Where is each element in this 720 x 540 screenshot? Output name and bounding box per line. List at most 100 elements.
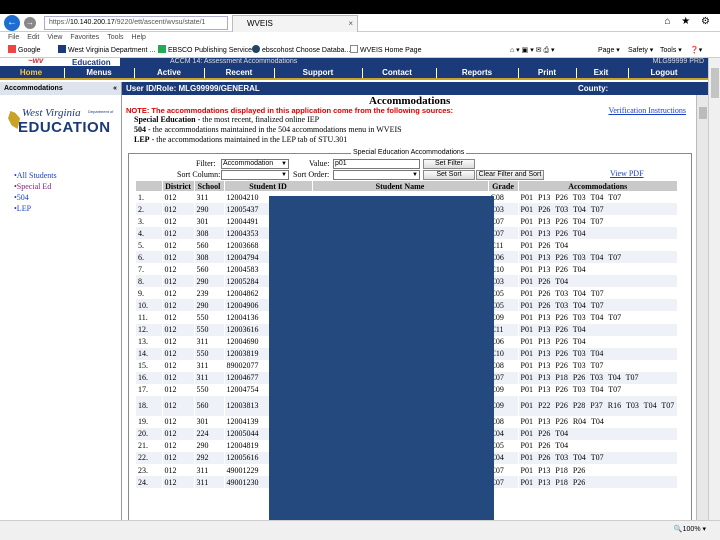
row-index: 24. [136,476,163,489]
row-accommodations: P01 P13 P26 T04 [518,335,678,348]
clear-filter-button[interactable]: Clear Filter and Sort [476,170,544,180]
menu-edit[interactable]: Edit [27,34,39,41]
favorite-google[interactable]: Google [8,43,41,58]
row-school: 311 [194,463,225,477]
menu-favorites[interactable]: Favorites [70,34,99,41]
page-screen-name: ACCM 14: Assessment Accommodations [170,58,298,65]
value-label: Value: [309,159,330,168]
row-index: 23. [136,463,163,477]
row-district: 012 [162,463,195,477]
verification-instructions-link[interactable]: Verification Instructions [608,106,686,115]
collapse-icon[interactable]: « [113,82,117,95]
nav-support[interactable]: Support [276,66,360,80]
nav-exit[interactable]: Exit [582,66,620,80]
value-input[interactable]: p01 [333,159,420,169]
row-accommodations: P01 P26 T04 [518,239,678,252]
tab-wveis[interactable]: WVEIS × [232,15,358,32]
nav-reports[interactable]: Reports [442,66,512,80]
url-input[interactable]: https://10.140.200.17/9220/ett/ascent/wv… [44,16,228,30]
nav-print[interactable]: Print [524,66,570,80]
command-safety[interactable]: Safety ▾ [628,43,653,58]
row-index: 10. [136,299,163,312]
row-district: 012 [162,476,195,489]
sort-order-label: Sort Order: [293,170,330,179]
link-all-students[interactable]: •All Students [14,171,57,180]
menu-help[interactable]: Help [132,34,146,41]
nav-separator [576,68,577,78]
logo-dept: Department of [88,109,114,114]
fieldset-legend: Special Education Accommodations [351,149,467,156]
row-school: 311 [194,371,225,384]
row-index: 11. [136,311,163,324]
favorite-wv-dept[interactable]: West Virginia Department ... [58,43,155,58]
filter-select-value: Accommodation [223,160,274,167]
inner-scrollbar[interactable] [696,95,708,520]
row-index: 14. [136,347,163,360]
source-lep: LEP - the accommodations maintained in t… [134,135,347,144]
row-index: 21. [136,439,163,452]
row-school: 550 [194,311,225,324]
favorite-icon [252,45,260,53]
row-accommodations: P01 P13 P26 T04 [518,227,678,240]
col-grade[interactable]: Grade [488,181,519,191]
col-accommodations[interactable]: Accommodations [518,181,678,191]
command-page[interactable]: Page ▾ [598,43,620,58]
row-district: 012 [162,347,195,360]
page-scroll-thumb[interactable] [711,68,719,98]
menu-file[interactable]: File [8,34,19,41]
command-tools[interactable]: Tools ▾ [660,43,682,58]
favorite-wveis-home[interactable]: WVEIS Home Page [350,43,421,58]
link-lep[interactable]: •LEP [14,204,31,213]
menu-tools[interactable]: Tools [107,34,123,41]
col-school[interactable]: School [194,181,225,191]
back-icon[interactable]: ← [4,15,20,31]
col-district[interactable]: District [162,181,195,191]
zoom-level[interactable]: 🔍100% ▾ [674,525,706,533]
row-accommodations: P01 P13 P26 T03 T04 T07 [518,311,678,324]
nav-separator [362,68,363,78]
nav-logout[interactable]: Logout [640,66,688,80]
set-sort-button[interactable]: Set Sort [423,170,475,180]
link-special-ed[interactable]: •Special Ed [14,182,51,191]
sort-column-select[interactable]: ▼ [221,170,289,180]
nav-recent[interactable]: Recent [206,66,272,80]
favorite-ebscohost[interactable]: ebscohost Choose Databa... [252,43,350,58]
page-scrollbar[interactable] [708,58,720,520]
row-district: 012 [162,395,195,416]
row-accommodations: P01 P13 P26 T03 T04 T07 [518,191,678,204]
row-index: 19. [136,415,163,428]
help-icon[interactable]: ❓▾ [690,43,702,58]
col-student-id[interactable]: Student ID [224,181,313,191]
filter-select[interactable]: Accommodation ▼ [221,159,289,169]
menu-view[interactable]: View [47,34,62,41]
view-pdf-link[interactable]: View PDF [610,169,644,178]
row-school: 560 [194,395,225,416]
favorite-icon [158,45,166,53]
close-icon[interactable]: × [348,16,353,32]
col-student-name[interactable]: Student Name [312,181,489,191]
inner-scroll-thumb[interactable] [699,107,707,119]
row-district: 012 [162,275,195,288]
forward-icon[interactable]: → [24,17,36,29]
row-school: 311 [194,359,225,372]
main-nav: Home Menus Active Recent Support Contact… [0,66,708,80]
command-icons[interactable]: ⌂ ▾ ▣ ▾ ✉ ⎙ ▾ [510,43,555,58]
row-school: 560 [194,263,225,276]
row-district: 012 [162,415,195,428]
nav-contact[interactable]: Contact [364,66,430,80]
link-504[interactable]: •504 [14,193,29,202]
nav-active[interactable]: Active [136,66,202,80]
row-school: 292 [194,451,225,464]
row-index: 15. [136,359,163,372]
filter-label: Filter: [196,159,216,168]
browser-icons[interactable]: ⌂ ★ ⚙ [664,16,714,27]
row-index: 12. [136,323,163,336]
row-accommodations: P01 P26 T04 [518,427,678,440]
row-school: 550 [194,347,225,360]
favorite-ebsco[interactable]: EBSCO Publishing Service ... [158,43,260,58]
favorite-label: West Virginia Department ... [68,47,156,54]
nav-menus[interactable]: Menus [66,66,132,80]
sort-order-select[interactable]: ▼ [333,170,420,180]
nav-home[interactable]: Home [0,66,62,80]
set-filter-button[interactable]: Set Filter [423,159,475,169]
